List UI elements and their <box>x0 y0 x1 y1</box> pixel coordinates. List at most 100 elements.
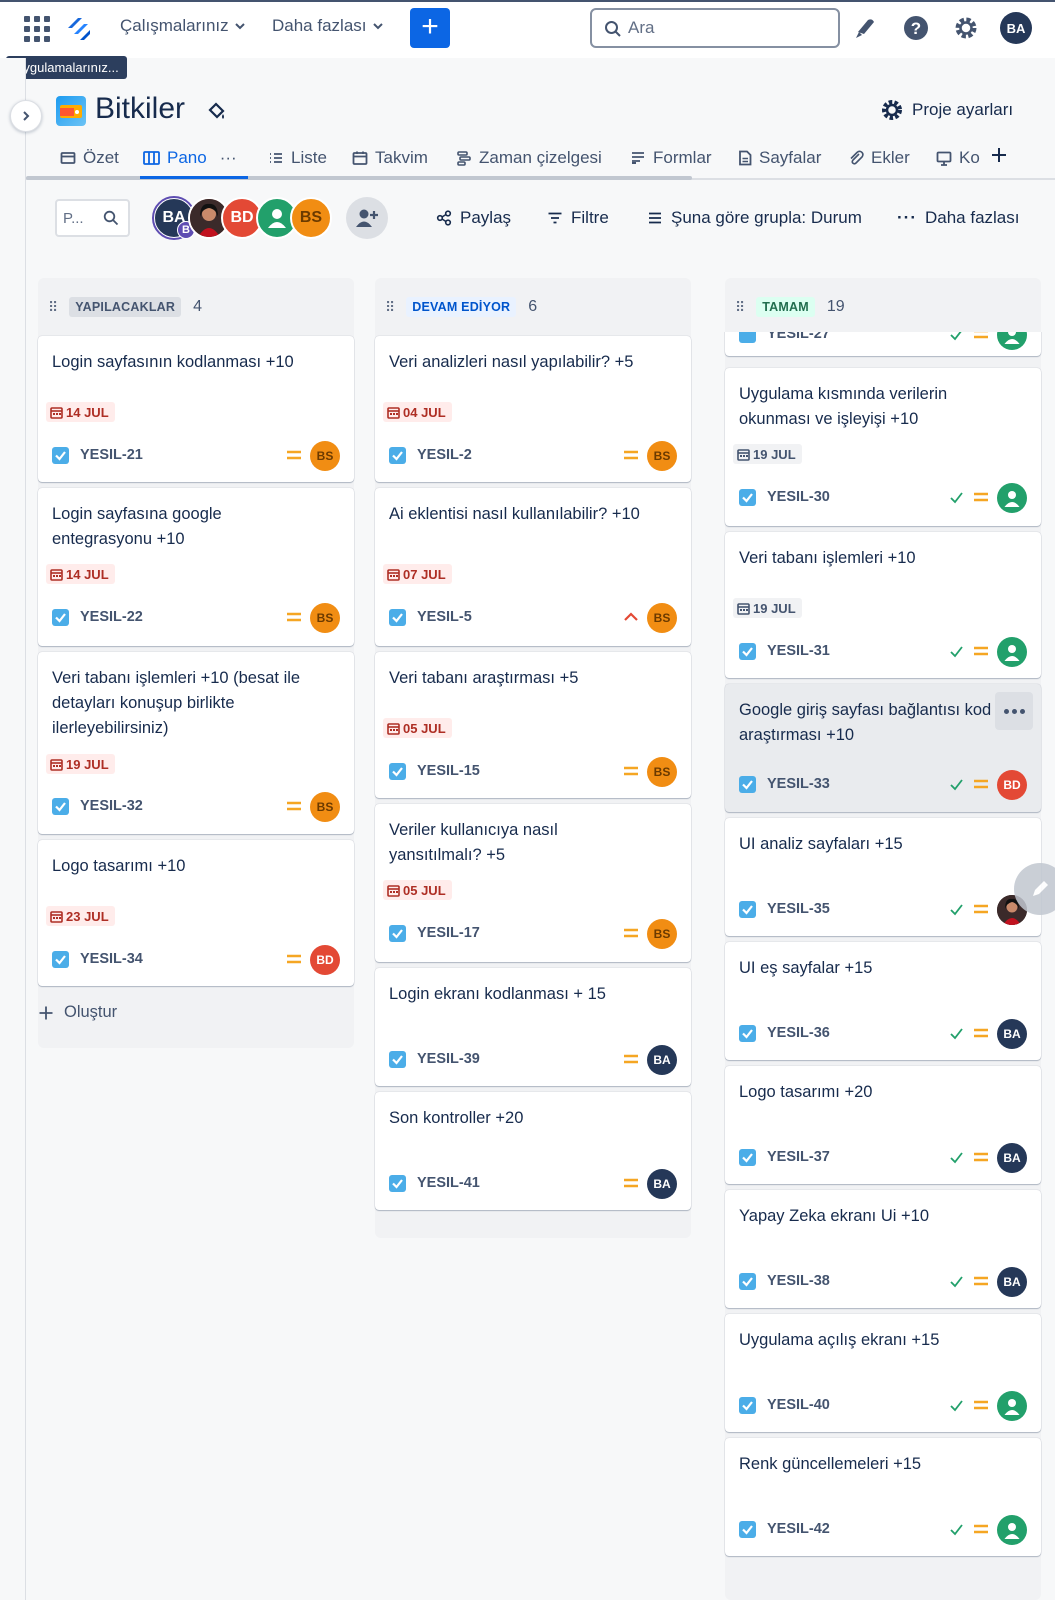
filter-button[interactable]: Filtre <box>547 208 609 228</box>
more-menu[interactable]: Daha fazlası <box>272 16 383 36</box>
issue-key[interactable]: YESIL-2 <box>417 447 472 463</box>
assignee-avatar[interactable]: BA <box>997 1267 1027 1297</box>
issue-card[interactable]: Login ekranı kodlanması + 15 YESIL-39 BA <box>375 968 691 1086</box>
issue-card[interactable]: Veri tabanı işlemleri +10 19 JUL YESIL-31 <box>725 532 1041 678</box>
tab-pages[interactable]: Sayfalar <box>738 148 821 168</box>
assignee-avatar[interactable]: BS <box>310 603 340 633</box>
assignee-avatar[interactable]: BD <box>310 945 340 975</box>
issue-card[interactable]: Uygulama açılış ekranı +15 YESIL-40 <box>725 1314 1041 1432</box>
issue-key[interactable]: YESIL-32 <box>80 798 143 814</box>
issue-key[interactable]: YESIL-15 <box>417 763 480 779</box>
tab-summary[interactable]: Özet <box>60 148 119 168</box>
create-button[interactable]: + <box>410 8 450 48</box>
issue-card[interactable]: Veri tabanı araştırması +5 05 JUL YESIL-15… <box>375 652 691 798</box>
tab-calendar[interactable]: Takvim <box>352 148 428 168</box>
assignee-avatar[interactable] <box>997 1391 1027 1421</box>
issue-card[interactable]: Login sayfasına google entegrasyonu +10 1… <box>38 488 354 646</box>
issue-key[interactable]: YESIL-21 <box>80 447 143 463</box>
issue-key[interactable]: YESIL-34 <box>80 951 143 967</box>
expand-sidebar-button[interactable] <box>10 100 42 132</box>
assignee-avatar[interactable]: BD <box>997 770 1027 800</box>
app-switcher-icon[interactable] <box>24 16 50 42</box>
issue-card[interactable]: Login sayfasının kodlanması +10 14 JUL YES… <box>38 336 354 482</box>
issue-key[interactable]: YESIL-36 <box>767 1025 830 1041</box>
assignee-avatar[interactable]: BS <box>647 757 677 787</box>
issue-key[interactable]: YESIL-41 <box>417 1175 480 1191</box>
issue-card[interactable]: Renk güncellemeleri +15 YESIL-42 <box>725 1438 1041 1556</box>
global-search[interactable] <box>590 8 840 48</box>
drag-handle-icon[interactable]: ⠿ <box>385 299 395 316</box>
issue-card[interactable]: Son kontroller +20 YESIL-41 BA <box>375 1092 691 1210</box>
tab-forms[interactable]: Formlar <box>630 148 712 168</box>
search-input[interactable] <box>628 16 828 40</box>
issue-key[interactable]: YESIL-33 <box>767 776 830 792</box>
assignee-avatar[interactable]: BA <box>647 1169 677 1199</box>
tab-board[interactable]: Pano ··· <box>143 148 237 168</box>
column-header[interactable]: ⠿ TAMAM 19 <box>725 278 1041 336</box>
tab-list[interactable]: Liste <box>268 148 327 168</box>
assignee-avatar[interactable]: BS <box>310 441 340 471</box>
issue-key[interactable]: YESIL-42 <box>767 1521 830 1537</box>
assignee-avatar[interactable] <box>997 483 1027 513</box>
board-more-button[interactable]: ··· Daha fazlası <box>897 208 1019 228</box>
issue-key[interactable]: YESIL-31 <box>767 643 830 659</box>
tab-code[interactable]: Ko <box>936 148 980 168</box>
help-icon[interactable]: ? <box>902 14 930 42</box>
issue-card[interactable]: UI eş sayfalar +15 YESIL-36 BA <box>725 942 1041 1060</box>
issue-key[interactable]: YESIL-40 <box>767 1397 830 1413</box>
issue-key[interactable]: YESIL-5 <box>417 609 472 625</box>
add-people-button[interactable] <box>346 197 388 239</box>
drag-handle-icon[interactable]: ⠿ <box>48 299 58 316</box>
issue-key[interactable]: YESIL-39 <box>417 1051 480 1067</box>
issue-card[interactable]: Yapay Zeka ekranı Ui +10 YESIL-38 BA <box>725 1190 1041 1308</box>
issue-card[interactable]: Veri analizleri nasıl yapılabilir? +5 04 … <box>375 336 691 482</box>
issue-card[interactable]: Ai eklentisi nasıl kullanılabilir? +10 07… <box>375 488 691 646</box>
issue-card[interactable]: Veri tabanı işlemleri +10 (besat ile det… <box>38 652 354 834</box>
assignee-avatar[interactable] <box>997 637 1027 667</box>
issue-card[interactable]: Veriler kullanıcıya nasıl yansıtılmalı? … <box>375 804 691 962</box>
issue-key[interactable]: YESIL-35 <box>767 901 830 917</box>
settings-gear-icon[interactable] <box>952 14 980 42</box>
group-by-button[interactable]: Şuna göre grupla: Durum <box>647 208 862 228</box>
column-header[interactable]: ⠿ DEVAM EDİYOR 6 <box>375 278 691 336</box>
notifications-icon[interactable] <box>852 14 880 42</box>
avatar-filter-bs[interactable]: BS <box>290 197 332 239</box>
assignee-avatar[interactable]: BA <box>647 1045 677 1075</box>
tabs-scrollbar[interactable] <box>26 176 692 180</box>
project-settings-button[interactable]: Proje ayarları <box>880 98 1013 122</box>
issue-card[interactable]: Logo tasarımı +10 23 JUL YESIL-34 BD <box>38 840 354 986</box>
tab-attachments[interactable]: Ekler <box>848 148 910 168</box>
board-search-input[interactable] <box>63 207 99 229</box>
issue-card[interactable]: Logo tasarımı +20 YESIL-37 BA <box>725 1066 1041 1184</box>
issue-key[interactable]: YESIL-17 <box>417 925 480 941</box>
issue-key[interactable]: YESIL-22 <box>80 609 143 625</box>
issue-card-partial[interactable]: YESIL-27 <box>725 332 1041 356</box>
assignee-avatar[interactable]: BS <box>647 441 677 471</box>
works-menu[interactable]: Çalışmalarınız <box>120 16 245 36</box>
issue-card[interactable]: Uygulama kısmında verilerin okunması ve … <box>725 368 1041 526</box>
assignee-avatar[interactable]: BS <box>647 603 677 633</box>
tab-board-more-icon[interactable]: ··· <box>220 148 237 168</box>
share-button[interactable]: Paylaş <box>436 208 511 228</box>
assignee-avatar[interactable]: BS <box>310 792 340 822</box>
jira-logo-icon[interactable] <box>66 14 92 42</box>
board-search[interactable] <box>55 199 130 237</box>
assignee-avatar[interactable] <box>997 1515 1027 1545</box>
assignee-avatar[interactable]: BA <box>997 1019 1027 1049</box>
issue-key[interactable]: YESIL-38 <box>767 1273 830 1289</box>
assignee-avatar[interactable] <box>997 332 1027 350</box>
assignee-avatar[interactable]: BA <box>997 1143 1027 1173</box>
card-more-actions-button[interactable] <box>995 692 1033 730</box>
issue-key[interactable]: YESIL-37 <box>767 1149 830 1165</box>
issue-key[interactable]: YESIL-27 <box>767 332 830 342</box>
drag-handle-icon[interactable]: ⠿ <box>735 299 745 316</box>
profile-avatar[interactable]: BA <box>1000 12 1032 44</box>
tab-timeline[interactable]: Zaman çizelgesi <box>456 148 602 168</box>
issue-key[interactable]: YESIL-30 <box>767 489 830 505</box>
paint-bucket-icon[interactable] <box>206 100 228 122</box>
add-tab-plus-icon[interactable] <box>990 146 1008 164</box>
assignee-avatar[interactable]: BS <box>647 919 677 949</box>
issue-card[interactable]: UI analiz sayfaları +15 YESIL-35 <box>725 818 1041 936</box>
issue-card[interactable]: Google giriş sayfası bağlantısı kod araş… <box>725 684 1041 812</box>
column-header[interactable]: ⠿ YAPILACAKLAR 4 <box>38 278 354 336</box>
